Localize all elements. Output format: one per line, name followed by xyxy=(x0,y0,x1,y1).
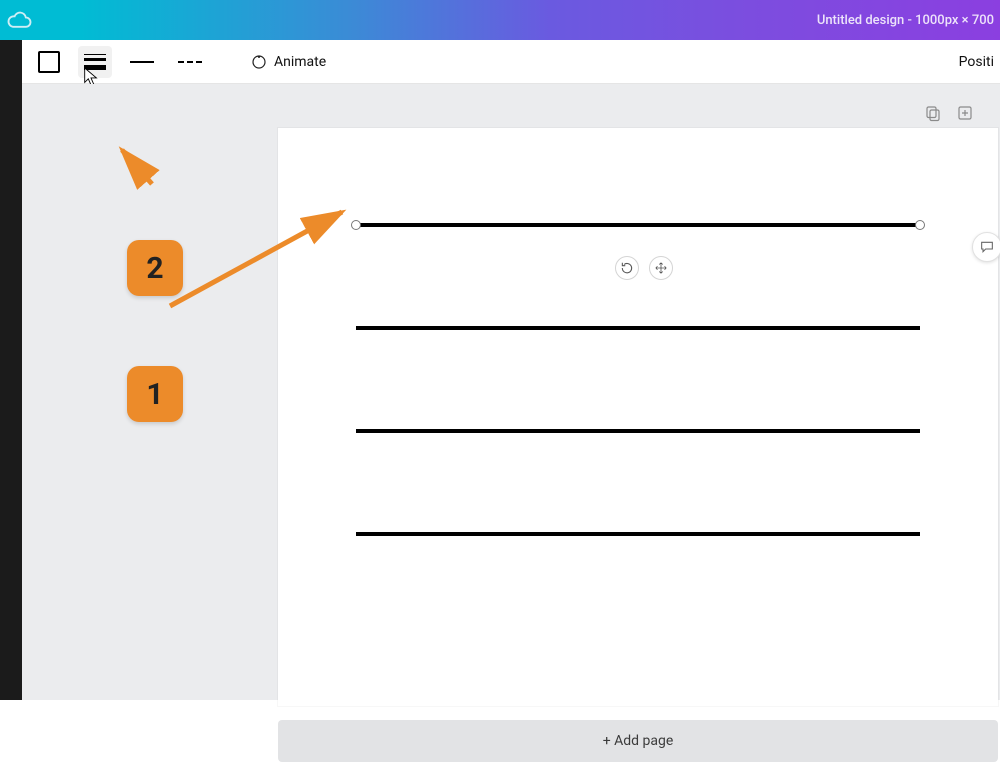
line-style-solid-icon xyxy=(130,61,154,63)
canvas-line[interactable] xyxy=(356,429,920,433)
annotation-arrow-1 xyxy=(156,206,356,316)
comment-button[interactable] xyxy=(972,232,1000,262)
add-page-label: + Add page xyxy=(603,733,674,749)
line-handle-right[interactable] xyxy=(915,220,925,230)
annotation-callout-1: 1 xyxy=(127,366,183,422)
workspace: + Add page 2 1 xyxy=(22,84,1000,700)
cloud-save-icon[interactable] xyxy=(6,10,34,32)
app-header: Untitled design - 1000px × 700 xyxy=(0,0,1000,40)
page-actions xyxy=(924,104,974,122)
line-color-button[interactable] xyxy=(32,46,66,78)
canvas-line[interactable] xyxy=(356,223,920,227)
document-title: Untitled design - 1000px × 700 xyxy=(817,13,994,28)
line-style-dashed-button[interactable] xyxy=(172,46,208,78)
position-button[interactable]: Positi xyxy=(953,50,1000,74)
move-icon xyxy=(654,261,668,275)
add-page-button[interactable]: + Add page xyxy=(278,720,998,762)
line-color-icon xyxy=(38,51,60,73)
canvas-line[interactable] xyxy=(356,326,920,330)
add-page-icon[interactable] xyxy=(956,104,974,122)
annotation-callout-2: 2 xyxy=(127,240,183,296)
rotate-icon xyxy=(620,261,634,275)
duplicate-page-icon[interactable] xyxy=(924,104,942,122)
canvas-line[interactable] xyxy=(356,532,920,536)
selection-float-controls xyxy=(615,256,673,280)
line-weight-button[interactable] xyxy=(78,46,112,78)
move-button[interactable] xyxy=(649,256,673,280)
side-panel[interactable] xyxy=(0,40,22,700)
animate-icon xyxy=(250,53,268,71)
line-weight-icon xyxy=(84,54,106,70)
rotate-button[interactable] xyxy=(615,256,639,280)
design-canvas[interactable] xyxy=(278,128,998,706)
line-style-dashed-icon xyxy=(178,61,202,63)
line-style-solid-button[interactable] xyxy=(124,46,160,78)
animate-button[interactable]: Animate xyxy=(242,49,334,75)
animate-label: Animate xyxy=(274,54,326,70)
context-toolbar: Animate Positi xyxy=(0,40,1000,84)
comment-icon xyxy=(979,239,995,255)
annotation-arrow-2 xyxy=(122,150,202,190)
